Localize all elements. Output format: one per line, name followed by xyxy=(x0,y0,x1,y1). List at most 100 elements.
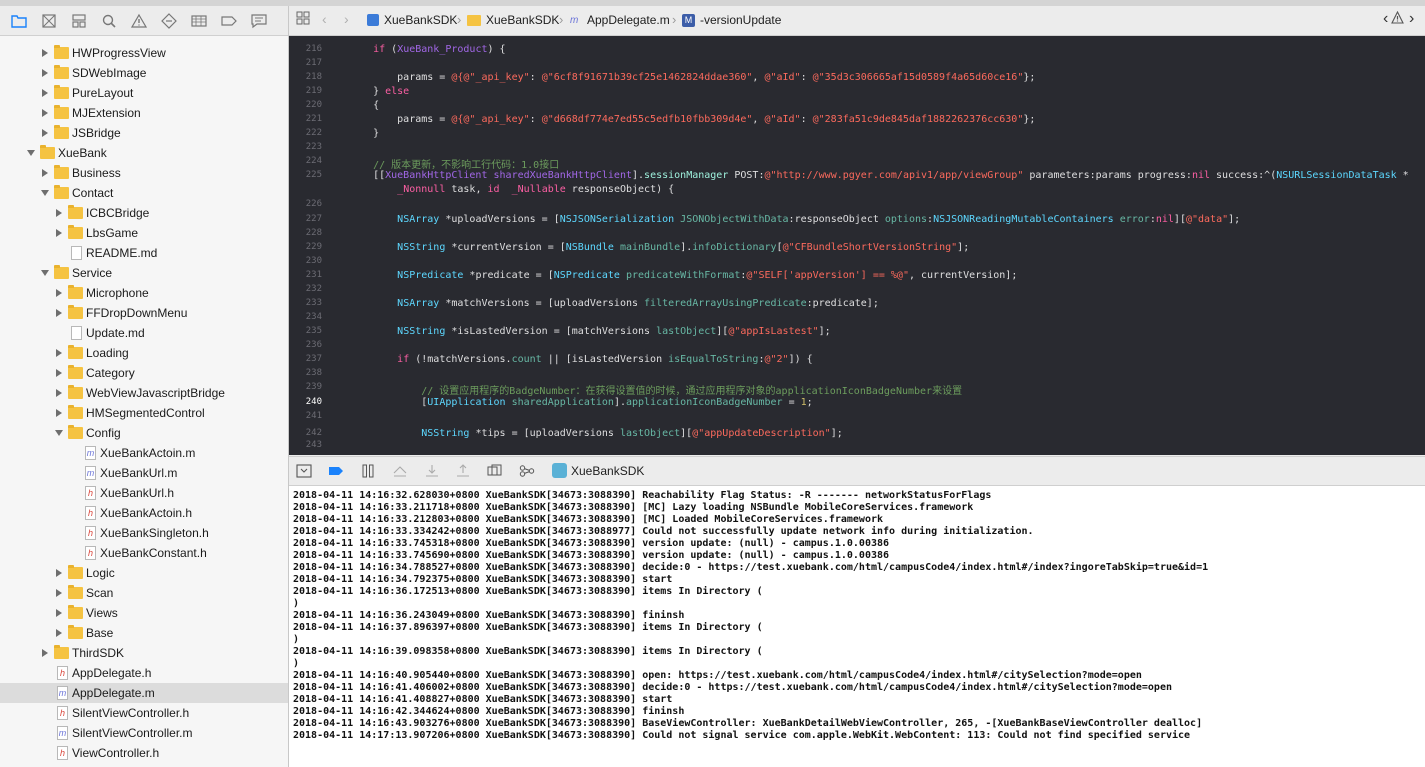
navigator-item[interactable]: m XueBankActoin.m xyxy=(0,443,288,463)
disclosure-closed-icon[interactable] xyxy=(56,289,62,297)
navigator-item[interactable]: Microphone xyxy=(0,283,288,303)
navigator-item[interactable]: m XueBankUrl.m xyxy=(0,463,288,483)
debug-navigator-icon[interactable] xyxy=(190,12,208,30)
related-items-icon[interactable] xyxy=(296,11,310,28)
report-navigator-icon[interactable] xyxy=(250,12,268,30)
code-text: // 版本更新，不影响工行代码：1.0接口 xyxy=(349,156,559,171)
navigator-item[interactable]: m AppDelegate.m xyxy=(0,683,288,703)
pause-icon[interactable] xyxy=(359,463,377,479)
navigator-item[interactable]: ICBCBridge xyxy=(0,203,288,223)
disclosure-closed-icon[interactable] xyxy=(56,409,62,417)
navigator-item[interactable]: Config xyxy=(0,423,288,443)
navigator-item[interactable]: Business xyxy=(0,163,288,183)
console-line: 2018-04-11 14:16:37.896397+0800 XueBankS… xyxy=(293,622,763,633)
navigator-item[interactable]: Loading xyxy=(0,343,288,363)
navigator-item[interactable]: m SilentViewController.m xyxy=(0,723,288,743)
disclosure-closed-icon[interactable] xyxy=(42,109,48,117)
disclosure-closed-icon[interactable] xyxy=(56,209,62,217)
find-navigator-icon[interactable] xyxy=(100,12,118,30)
crumb-project[interactable]: XueBankSDK xyxy=(384,13,457,27)
disclosure-closed-icon[interactable] xyxy=(56,569,62,577)
navigator-item[interactable]: h XueBankUrl.h xyxy=(0,483,288,503)
next-issue-icon[interactable]: › xyxy=(1409,10,1414,28)
navigator-item[interactable]: MJExtension xyxy=(0,103,288,123)
navigator-item[interactable]: Views xyxy=(0,603,288,623)
navigator-item[interactable]: LbsGame xyxy=(0,223,288,243)
navigator-item[interactable]: JSBridge xyxy=(0,123,288,143)
disclosure-closed-icon[interactable] xyxy=(42,69,48,77)
disclosure-closed-icon[interactable] xyxy=(42,649,48,657)
navigator-item[interactable]: SDWebImage xyxy=(0,63,288,83)
navigator-item[interactable]: h ViewController.h xyxy=(0,743,288,763)
test-navigator-icon[interactable] xyxy=(160,12,178,30)
disclosure-closed-icon[interactable] xyxy=(56,309,62,317)
crumb-group[interactable]: XueBankSDK xyxy=(486,13,559,27)
folder-icon xyxy=(40,145,55,159)
navigator-item[interactable]: Base xyxy=(0,623,288,643)
code-token: isEqualToString xyxy=(668,354,759,365)
navigator-item[interactable]: ThirdSDK xyxy=(0,643,288,663)
navigator-item[interactable]: Logic xyxy=(0,563,288,583)
disclosure-open-icon[interactable] xyxy=(27,150,35,156)
disclosure-open-icon[interactable] xyxy=(41,190,49,196)
step-into-icon[interactable] xyxy=(423,463,441,479)
navigator-item[interactable]: FFDropDownMenu xyxy=(0,303,288,323)
code-token: *matchVersions = [uploadVersions xyxy=(439,298,645,309)
breakpoint-navigator-icon[interactable] xyxy=(220,12,238,30)
disclosure-closed-icon[interactable] xyxy=(56,349,62,357)
navigator-item[interactable]: README.md xyxy=(0,243,288,263)
disclosure-closed-icon[interactable] xyxy=(56,589,62,597)
code-token: = xyxy=(782,397,801,408)
navigator-item[interactable]: PureLayout xyxy=(0,83,288,103)
navigator-item[interactable]: Category xyxy=(0,363,288,383)
navigator-item[interactable]: h AppDelegate.h xyxy=(0,663,288,683)
disclosure-closed-icon[interactable] xyxy=(56,609,62,617)
navigator-item[interactable]: Update.md xyxy=(0,323,288,343)
code-token: @"283fa51c9de845daf1882262376cc630" xyxy=(812,114,1024,125)
code-token: ]; xyxy=(818,326,831,337)
navigator-item[interactable]: Contact xyxy=(0,183,288,203)
disclosure-closed-icon[interactable] xyxy=(42,89,48,97)
crumb-method[interactable]: -versionUpdate xyxy=(700,13,781,27)
navigator-item[interactable]: h SilentViewController.h xyxy=(0,703,288,723)
crumb-file[interactable]: AppDelegate.m xyxy=(587,13,670,27)
code-text: if (!matchVersions.count || [isLastedVer… xyxy=(349,354,812,365)
memory-graph-icon[interactable] xyxy=(518,463,536,479)
disclosure-closed-icon[interactable] xyxy=(56,629,62,637)
disclosure-closed-icon[interactable] xyxy=(42,49,48,57)
view-hierarchy-icon[interactable] xyxy=(486,463,504,479)
source-editor[interactable]: 216 if (XueBank_Product) {217 218 params … xyxy=(289,36,1425,455)
navigator-item[interactable]: XueBank xyxy=(0,143,288,163)
breakpoints-toggle-icon[interactable] xyxy=(327,463,345,479)
navigator-item-label: ICBCBridge xyxy=(86,206,150,220)
disclosure-open-icon[interactable] xyxy=(55,430,63,436)
disclosure-closed-icon[interactable] xyxy=(42,129,48,137)
issue-warning-icon[interactable] xyxy=(1391,10,1404,27)
project-navigator-icon[interactable] xyxy=(10,12,28,30)
navigator-item[interactable]: HWProgressView xyxy=(0,43,288,63)
navigator-item[interactable]: WebViewJavascriptBridge xyxy=(0,383,288,403)
navigator-item[interactable]: Service xyxy=(0,263,288,283)
disclosure-closed-icon[interactable] xyxy=(42,169,48,177)
navigator-item[interactable]: h XueBankSingleton.h xyxy=(0,523,288,543)
code-token: count xyxy=(511,354,542,365)
forward-arrow-icon[interactable]: › xyxy=(344,11,349,27)
previous-issue-icon[interactable]: ‹ xyxy=(1383,10,1388,28)
source-control-icon[interactable] xyxy=(40,12,58,30)
step-out-icon[interactable] xyxy=(454,463,472,479)
issue-navigator-icon[interactable] xyxy=(130,12,148,30)
debug-console[interactable]: 2018-04-11 14:16:32.628030+0800 XueBankS… xyxy=(289,486,1425,767)
disclosure-closed-icon[interactable] xyxy=(56,389,62,397)
disclosure-open-icon[interactable] xyxy=(41,270,49,276)
navigator-item[interactable]: h XueBankActoin.h xyxy=(0,503,288,523)
hide-debug-area-icon[interactable] xyxy=(295,463,313,479)
debug-target-label[interactable]: XueBankSDK xyxy=(571,464,644,478)
disclosure-closed-icon[interactable] xyxy=(56,229,62,237)
step-over-icon[interactable] xyxy=(391,463,409,479)
navigator-item[interactable]: h XueBankConstant.h xyxy=(0,543,288,563)
disclosure-closed-icon[interactable] xyxy=(56,369,62,377)
symbol-navigator-icon[interactable] xyxy=(70,12,88,30)
back-arrow-icon[interactable]: ‹ xyxy=(322,11,327,27)
navigator-item[interactable]: Scan xyxy=(0,583,288,603)
navigator-item[interactable]: HMSegmentedControl xyxy=(0,403,288,423)
